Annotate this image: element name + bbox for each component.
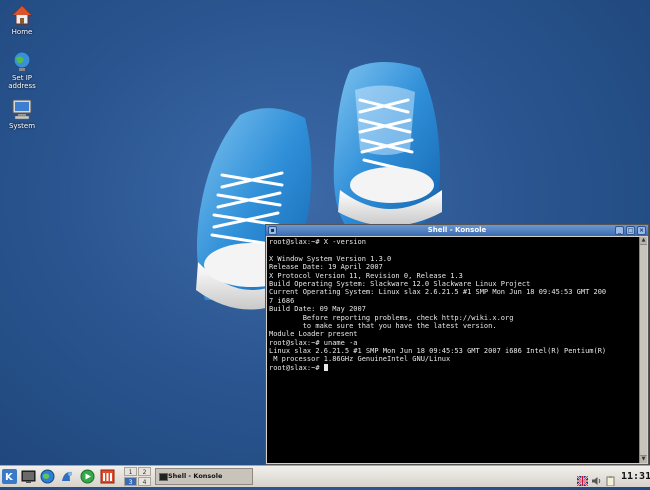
desktop-icon-system[interactable]: System <box>2 98 42 130</box>
task-button-konsole[interactable]: Shell - Konsole <box>155 468 253 485</box>
keyboard-layout-flag-icon[interactable] <box>576 471 589 487</box>
terminal-line: root@slax:~# uname -a <box>269 338 358 347</box>
terminal-icon <box>159 473 168 481</box>
pager-desktop-3[interactable]: 3 <box>124 477 137 486</box>
konsole-titlebar[interactable]: ▪ Shell - Konsole _ □ × <box>266 225 648 236</box>
desktop-icon-label: Set IP address <box>8 74 36 90</box>
terminal-line: X Protocol Version 11, Revision 0, Relea… <box>269 271 463 280</box>
computer-icon <box>11 98 33 120</box>
home-icon <box>11 4 33 26</box>
desktop-icon-label: Home <box>11 28 33 36</box>
pager-desktop-2[interactable]: 2 <box>138 467 151 476</box>
pager-desktop-4[interactable]: 4 <box>138 477 151 486</box>
terminal-line: X Window System Version 1.3.0 <box>269 254 392 263</box>
scroll-down-icon[interactable]: ▼ <box>640 455 647 463</box>
desktop-icon-label: System <box>8 122 36 130</box>
terminal-prompt-line: root@slax:~# <box>269 363 637 372</box>
terminal-line: Build Operating System: Slackware 12.0 S… <box>269 279 531 288</box>
konqueror-globe-icon[interactable] <box>40 469 55 484</box>
desktop-icon-home[interactable]: Home <box>2 4 42 36</box>
scroll-up-icon[interactable]: ▲ <box>640 237 647 245</box>
terminal-line: root@slax:~# X -version <box>269 238 366 246</box>
desktop-pager: 1 2 3 4 <box>124 467 152 486</box>
pager-desktop-1[interactable]: 1 <box>124 467 137 476</box>
taskbar-clock[interactable]: 11:31 <box>621 468 650 485</box>
desktop-icon-set-ip-address[interactable]: Set IP address <box>2 50 42 90</box>
terminal-line: Module Loader present <box>269 330 358 339</box>
file-manager-icon[interactable] <box>60 469 75 484</box>
terminal-line: Before reporting problems, check http://… <box>269 313 514 322</box>
sneaker-right <box>333 61 442 226</box>
svg-text:K: K <box>5 472 14 483</box>
taskbar: K 1 2 3 4 Shell - Konsole 11:31 <box>0 465 650 487</box>
maximize-icon[interactable]: □ <box>626 226 635 235</box>
terminal-line: M processor 1.86GHz GenuineIntel GNU/Lin… <box>269 355 451 364</box>
media-player-icon[interactable] <box>80 469 95 484</box>
terminal-line: Build Date: 09 May 2007 <box>269 305 366 314</box>
terminal-line: Release Date: 19 April 2007 <box>269 263 383 272</box>
network-globe-icon <box>11 50 33 72</box>
terminal-line: Current Operating System: Linux slax 2.6… <box>269 288 607 297</box>
speaker-volume-icon[interactable] <box>591 471 602 485</box>
office-suite-icon[interactable] <box>100 469 115 484</box>
terminal-scrollbar[interactable]: ▲ ▼ <box>639 237 647 463</box>
window-title: Shell - Konsole <box>427 226 487 234</box>
close-icon[interactable]: × <box>637 226 646 235</box>
terminal-line: to make sure that you have the latest ve… <box>269 321 497 330</box>
terminal-prompt: root@slax:~# <box>269 363 324 372</box>
konsole-window[interactable]: ▪ Shell - Konsole _ □ × root@slax:~# X -… <box>265 224 649 465</box>
task-button-label: Shell - Konsole <box>168 472 223 480</box>
clipboard-icon[interactable] <box>605 471 616 487</box>
terminal-output[interactable]: root@slax:~# X -version X Window System V… <box>267 237 639 463</box>
show-desktop-icon[interactable] <box>21 469 36 484</box>
terminal-line: Linux slax 2.6.21.5 #1 SMP Mon Jun 18 09… <box>269 347 607 356</box>
terminal-line: 7 i686 <box>269 296 295 305</box>
minimize-icon[interactable]: _ <box>615 226 624 235</box>
window-menu-icon[interactable]: ▪ <box>268 226 277 235</box>
terminal-cursor <box>323 363 328 371</box>
kde-menu-icon[interactable]: K <box>2 469 17 484</box>
